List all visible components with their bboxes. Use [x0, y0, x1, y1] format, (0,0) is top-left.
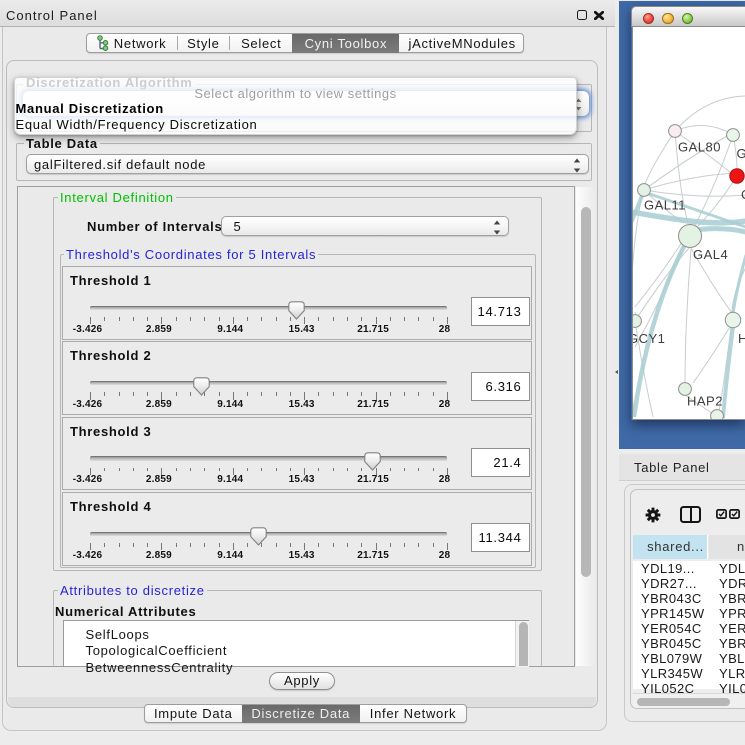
svg-text:GAL4: GAL4 [693, 247, 728, 262]
svg-text:C: C [741, 187, 745, 202]
svg-text:GCY1: GCY1 [633, 331, 665, 346]
svg-text:GAL11: GAL11 [644, 198, 686, 213]
svg-text:H: H [738, 331, 745, 346]
svg-text:GAL80: GAL80 [678, 140, 721, 155]
svg-text:GA: GA [737, 146, 745, 161]
svg-text:HAP2: HAP2 [687, 394, 723, 409]
